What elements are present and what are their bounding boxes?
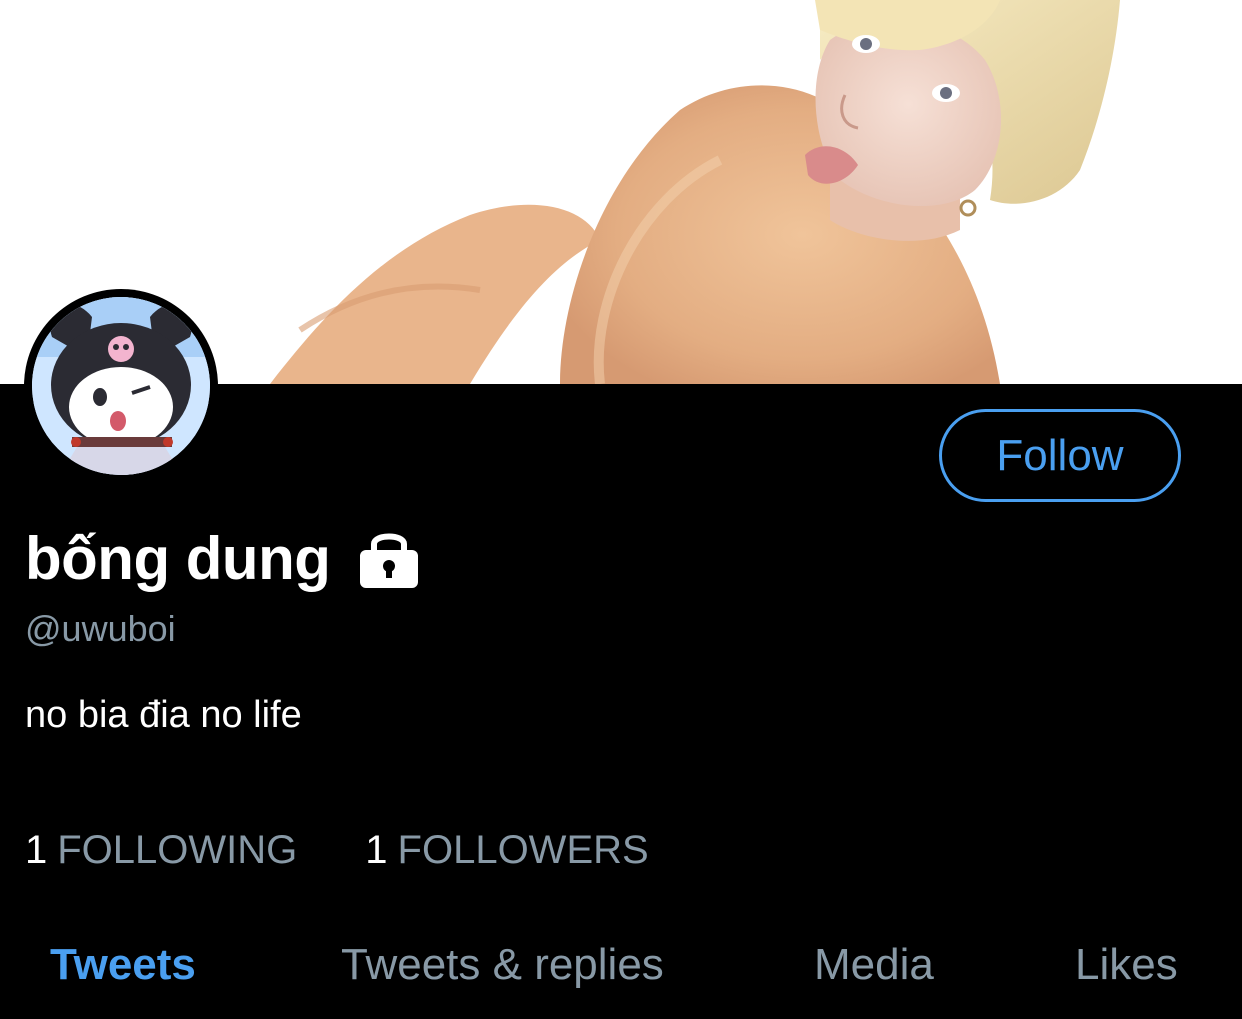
profile-avatar[interactable] <box>24 289 218 483</box>
follow-button[interactable]: Follow <box>939 409 1181 502</box>
kuromi-avatar-icon <box>32 297 210 475</box>
display-name: bống dung <box>25 524 331 592</box>
followers-stat[interactable]: 1 FOLLOWERS <box>365 828 648 873</box>
user-handle: @uwuboi <box>25 608 176 649</box>
tab-media[interactable]: Media <box>814 930 934 1000</box>
following-stat[interactable]: 1 FOLLOWING <box>25 828 297 873</box>
lock-icon <box>358 526 420 590</box>
followers-label: FOLLOWERS <box>397 828 649 872</box>
display-name-row: bống dung <box>25 518 420 598</box>
profile-tabs: Tweets Tweets & replies Media Likes <box>0 930 1242 1000</box>
tab-likes[interactable]: Likes <box>1075 930 1178 1000</box>
following-label: FOLLOWING <box>57 828 298 872</box>
tab-tweets-and-replies[interactable]: Tweets & replies <box>341 930 664 1000</box>
profile-page: Follow bống dung @uwuboi no bia đia no l… <box>0 0 1242 1019</box>
following-count: 1 <box>25 828 48 872</box>
profile-bio: no bia đia no life <box>25 694 302 736</box>
followers-count: 1 <box>365 828 388 872</box>
tab-tweets[interactable]: Tweets <box>50 930 196 1000</box>
follow-stats: 1 FOLLOWING 1 FOLLOWERS <box>25 828 649 873</box>
